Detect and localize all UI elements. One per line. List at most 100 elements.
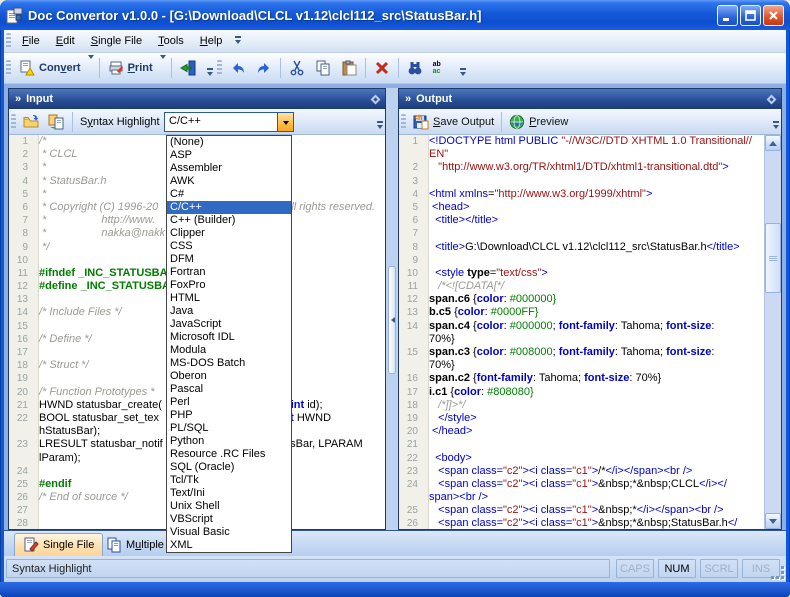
open-file-button[interactable] — [19, 112, 44, 132]
syntax-option[interactable]: MS-DOS Batch — [167, 357, 291, 370]
syntax-option[interactable]: CSS — [167, 240, 291, 253]
output-toolbar: <h Save Output Preview — [399, 109, 781, 135]
menu-item-single-file[interactable]: Single File — [83, 32, 150, 50]
syntax-option[interactable]: Microsoft IDL — [167, 331, 291, 344]
overflow-bar-icon — [773, 121, 779, 123]
toolbar-overflow-button[interactable] — [773, 121, 779, 132]
toolbar-grip[interactable] — [217, 60, 222, 76]
redo-button[interactable] — [251, 57, 277, 79]
tab-single-file[interactable]: Single File — [14, 533, 103, 556]
maximize-button[interactable] — [740, 5, 761, 26]
syntax-option[interactable]: Python — [167, 435, 291, 448]
syntax-option[interactable]: Unix Shell — [167, 500, 291, 513]
convert-icon — [19, 60, 35, 76]
syntax-option[interactable]: Fortran — [167, 266, 291, 279]
syntax-option[interactable]: Assembler — [167, 162, 291, 175]
panel-pin-icon[interactable] — [371, 94, 381, 104]
convert-button[interactable]: Convert — [14, 57, 86, 79]
save-output-icon: <h — [413, 114, 429, 130]
code-row: 70%} — [399, 333, 764, 346]
convert-file-button[interactable] — [44, 112, 69, 132]
syntax-combobox[interactable]: C/C++ — [164, 112, 294, 132]
window-controls — [717, 5, 784, 26]
convert-dropdown-button[interactable] — [86, 56, 96, 80]
output-panel-header[interactable]: » Output — [399, 89, 781, 109]
scroll-down-button[interactable] — [765, 513, 781, 529]
output-scrollbar[interactable] — [764, 135, 781, 529]
copy-button[interactable] — [310, 57, 336, 79]
syntax-option[interactable]: HTML — [167, 292, 291, 305]
titlebar[interactable]: Doc Convertor v1.0.0 - [G:\Download\CLCL… — [0, 0, 790, 30]
syntax-option[interactable]: Tcl/Tk — [167, 474, 291, 487]
panel-splitter[interactable] — [386, 88, 398, 530]
syntax-option[interactable]: JavaScript — [167, 318, 291, 331]
syntax-option[interactable]: Visual Basic — [167, 526, 291, 539]
exit-button[interactable] — [175, 57, 201, 79]
paste-button[interactable] — [336, 57, 362, 79]
print-dropdown-button[interactable] — [158, 56, 168, 80]
output-editor[interactable]: 1<!DOCTYPE html PUBLIC "-//W3C//DTD XHTM… — [399, 135, 764, 529]
syntax-option[interactable]: DFM — [167, 253, 291, 266]
splitter-collapse-handle[interactable] — [388, 266, 396, 374]
syntax-option[interactable]: Text/Ini — [167, 487, 291, 500]
toolbar-overflow-button[interactable] — [207, 68, 213, 79]
code-row: 3 — [399, 175, 764, 188]
syntax-option[interactable]: Oberon — [167, 370, 291, 383]
preview-button[interactable]: Preview — [505, 112, 572, 132]
input-panel-header[interactable]: » Input — [9, 89, 385, 109]
toolbar-grip[interactable] — [6, 60, 11, 76]
arrow-down-icon — [769, 519, 777, 528]
screenshot-stage: Doc Convertor v1.0.0 - [G:\Download\CLCL… — [0, 0, 790, 597]
menubar-overflow-button[interactable] — [232, 33, 244, 50]
syntax-option[interactable]: Resource .RC Files — [167, 448, 291, 461]
syntax-combobox-value[interactable]: C/C++ — [165, 113, 277, 131]
syntax-option[interactable]: Perl — [167, 396, 291, 409]
syntax-option[interactable]: PL/SQL — [167, 422, 291, 435]
menu-item-tools[interactable]: Tools — [150, 32, 192, 50]
print-icon — [108, 60, 124, 76]
delete-button[interactable] — [369, 57, 395, 79]
syntax-option[interactable]: Java — [167, 305, 291, 318]
syntax-option[interactable]: Modula — [167, 344, 291, 357]
syntax-option[interactable]: VBScript — [167, 513, 291, 526]
close-button[interactable] — [763, 5, 784, 26]
statusbar: Syntax Highlight CAPSNUMSCRLINS — [4, 556, 786, 582]
save-output-button[interactable]: <h Save Output — [409, 112, 498, 132]
syntax-option[interactable]: C/C++ — [167, 201, 291, 214]
menu-item-help[interactable]: Help — [192, 32, 231, 50]
cut-button[interactable] — [284, 57, 310, 79]
syntax-option[interactable]: XML — [167, 539, 291, 552]
syntax-option[interactable]: ASP — [167, 149, 291, 162]
syntax-option[interactable]: C++ (Builder) — [167, 214, 291, 227]
syntax-option[interactable]: Clipper — [167, 227, 291, 240]
syntax-option[interactable]: (None) — [167, 136, 291, 149]
syntax-combobox-dropdown-button[interactable] — [277, 113, 293, 131]
toolbar-grip[interactable] — [401, 114, 406, 130]
syntax-option[interactable]: Pascal — [167, 383, 291, 396]
toolbar-overflow-button[interactable] — [460, 68, 466, 79]
resize-grip[interactable] — [772, 567, 784, 579]
minimize-button[interactable] — [717, 5, 738, 26]
menubar: FileEditSingle FileToolsHelp — [4, 30, 786, 53]
print-button[interactable]: Print — [103, 57, 158, 79]
syntax-option[interactable]: C# — [167, 188, 291, 201]
menu-item-edit[interactable]: Edit — [48, 32, 83, 50]
syntax-option[interactable]: FoxPro — [167, 279, 291, 292]
code-row: 21 — [399, 438, 764, 451]
syntax-option[interactable]: AWK — [167, 175, 291, 188]
scroll-up-button[interactable] — [765, 135, 781, 151]
toolbar-grip[interactable] — [11, 114, 16, 130]
undo-button[interactable] — [225, 57, 251, 79]
menu-item-file[interactable]: File — [14, 32, 48, 50]
scrollbar-thumb[interactable] — [765, 223, 781, 293]
overflow-bar-icon — [460, 68, 466, 70]
menubar-grip[interactable] — [6, 33, 11, 49]
syntax-dropdown-list[interactable]: (None)ASPAssemblerAWKC#C/C++C++ (Builder… — [166, 135, 292, 553]
replace-button[interactable]: ab ac — [428, 57, 454, 79]
panel-pin-icon[interactable] — [767, 94, 777, 104]
syntax-option[interactable]: PHP — [167, 409, 291, 422]
input-panel-title: Input — [26, 93, 53, 105]
toolbar-overflow-button[interactable] — [377, 121, 383, 132]
syntax-option[interactable]: SQL (Oracle) — [167, 461, 291, 474]
find-button[interactable] — [402, 57, 428, 79]
